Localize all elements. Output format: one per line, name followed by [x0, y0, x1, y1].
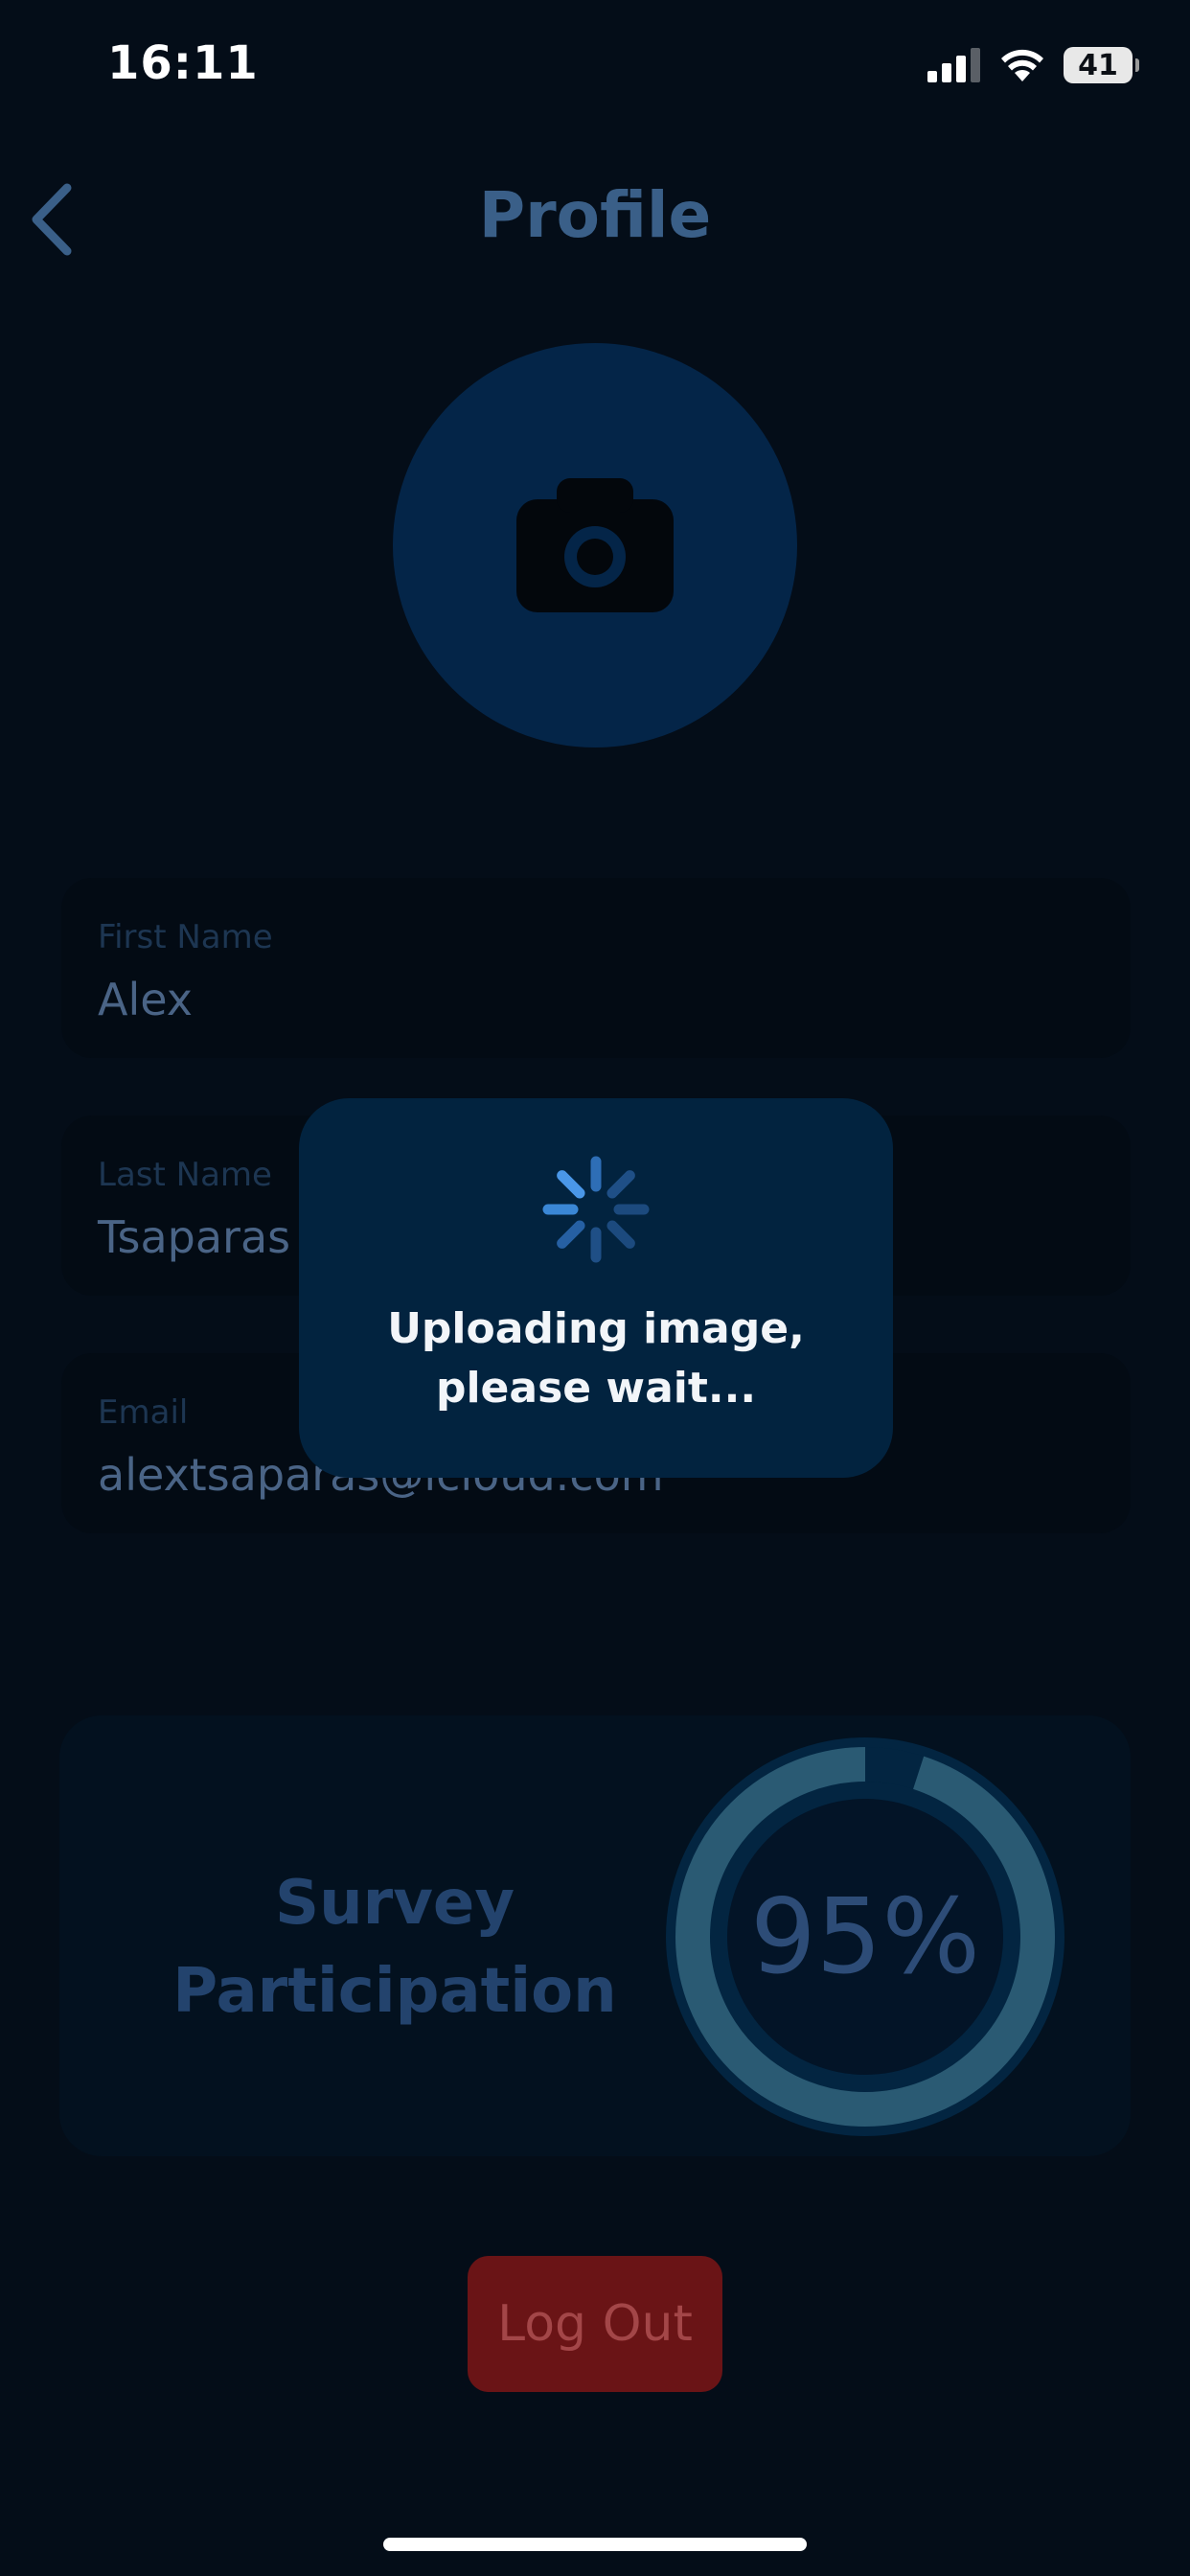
profile-photo-button[interactable] — [393, 343, 797, 748]
upload-status-line-2: please wait... — [435, 1364, 757, 1413]
home-indicator — [383, 2538, 807, 2551]
survey-participation-label: Survey Participation — [172, 1868, 617, 2027]
status-time: 16:11 — [107, 36, 259, 90]
logout-button[interactable]: Log Out — [468, 2256, 722, 2392]
page-title: Profile — [478, 178, 712, 252]
chevron-left-icon — [32, 183, 72, 256]
upload-status-text: Uploading image, please wait... — [299, 1300, 893, 1418]
back-button[interactable] — [17, 176, 94, 263]
upload-status-line-1: Uploading image, — [387, 1304, 805, 1353]
loading-spinner-icon — [542, 1156, 650, 1263]
last-name-label: Last Name — [98, 1156, 272, 1194]
email-label: Email — [98, 1393, 189, 1432]
camera-icon — [516, 478, 674, 612]
status-icons: 41 — [927, 42, 1139, 88]
cellular-signal-icon — [927, 48, 980, 82]
first-name-field[interactable]: First Name Alex — [61, 878, 1131, 1058]
survey-participation-card: Survey Participation 95% — [59, 1715, 1131, 2156]
upload-progress-dialog: Uploading image, please wait... — [299, 1098, 893, 1478]
first-name-label: First Name — [98, 918, 273, 956]
battery-indicator: 41 — [1064, 47, 1139, 83]
last-name-value: Tsaparas — [98, 1211, 291, 1263]
survey-percent: 95% — [749, 1876, 981, 1997]
first-name-value: Alex — [98, 974, 193, 1025]
wifi-icon — [1001, 49, 1043, 81]
